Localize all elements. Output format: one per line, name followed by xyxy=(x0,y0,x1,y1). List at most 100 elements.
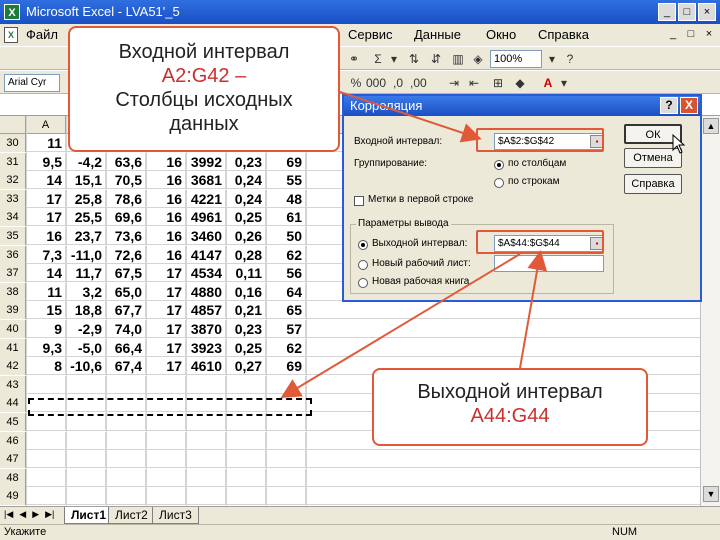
cell[interactable] xyxy=(186,431,226,450)
prev-sheet-icon[interactable]: ◀ xyxy=(19,509,26,520)
cell[interactable] xyxy=(266,468,306,487)
select-all-corner[interactable] xyxy=(0,116,26,134)
cell[interactable]: -4,2 xyxy=(66,152,106,171)
decrease-decimal-icon[interactable]: ,00 xyxy=(410,75,427,91)
cell[interactable] xyxy=(26,375,66,394)
cell[interactable]: 4880 xyxy=(186,282,226,301)
dialog-close-button[interactable]: X xyxy=(680,97,698,114)
next-sheet-icon[interactable]: ▶ xyxy=(32,509,39,520)
cell[interactable] xyxy=(146,487,186,506)
group-by-columns-radio[interactable] xyxy=(494,160,504,170)
font-name-select[interactable]: Arial Cyr xyxy=(4,74,60,92)
group-by-rows-radio[interactable] xyxy=(494,178,504,188)
cell[interactable] xyxy=(266,375,306,394)
cell[interactable]: 15,1 xyxy=(66,171,106,190)
cell[interactable]: 14 xyxy=(26,264,66,283)
cell[interactable]: 78,6 xyxy=(106,189,146,208)
cell[interactable]: 4961 xyxy=(186,208,226,227)
sort-desc-icon[interactable]: ⇵ xyxy=(428,51,444,67)
cell[interactable]: 57 xyxy=(266,320,306,338)
cell[interactable]: 4147 xyxy=(186,245,226,264)
font-color-icon[interactable]: A xyxy=(540,75,556,91)
cell[interactable]: 3992 xyxy=(186,152,226,171)
cell[interactable] xyxy=(106,487,146,506)
cell[interactable]: 3,2 xyxy=(66,282,106,301)
row-header[interactable]: 36 xyxy=(0,245,26,264)
cell[interactable] xyxy=(66,431,106,450)
row-header[interactable]: 43 xyxy=(0,375,26,394)
cell[interactable] xyxy=(106,468,146,487)
cell[interactable]: 16 xyxy=(146,171,186,190)
cell[interactable]: 25,5 xyxy=(66,208,106,227)
cell[interactable]: 16 xyxy=(146,208,186,227)
row-header[interactable]: 33 xyxy=(0,189,26,208)
cell[interactable]: 50 xyxy=(266,227,306,245)
zoom-dropdown-icon[interactable]: ▾ xyxy=(544,51,560,67)
excel-icon[interactable]: X xyxy=(4,4,20,20)
cell[interactable]: 65,0 xyxy=(106,282,146,301)
cell[interactable]: 0,26 xyxy=(226,227,266,245)
cell[interactable]: 15 xyxy=(26,301,66,320)
vertical-scrollbar[interactable]: ▲ ▼ xyxy=(700,116,720,506)
sheet-tab-2[interactable]: Лист2 xyxy=(108,507,155,524)
chart-wizard-icon[interactable]: ▥ xyxy=(450,51,466,67)
cell[interactable] xyxy=(226,375,266,394)
font-color-dropdown-icon[interactable]: ▾ xyxy=(556,75,572,91)
cell[interactable]: 7,3 xyxy=(26,245,66,264)
cell[interactable]: 3923 xyxy=(186,338,226,357)
cell[interactable]: 18,8 xyxy=(66,301,106,320)
row-header[interactable]: 45 xyxy=(0,413,26,431)
cell[interactable]: 0,28 xyxy=(226,245,266,264)
row-header[interactable]: 40 xyxy=(0,320,26,338)
cell[interactable]: -10,6 xyxy=(66,357,106,376)
cell[interactable] xyxy=(186,468,226,487)
cell[interactable]: 17 xyxy=(146,320,186,338)
cell[interactable]: 69 xyxy=(266,152,306,171)
cell[interactable] xyxy=(106,431,146,450)
cell[interactable] xyxy=(146,431,186,450)
cell[interactable] xyxy=(186,450,226,469)
cell[interactable]: 69 xyxy=(266,357,306,376)
first-sheet-icon[interactable]: |◀ xyxy=(4,509,13,520)
workbook-close-button[interactable]: × xyxy=(702,27,716,41)
menu-data[interactable]: Данные xyxy=(414,27,461,42)
row-header[interactable]: 49 xyxy=(0,487,26,506)
cell[interactable] xyxy=(26,468,66,487)
row-header[interactable]: 41 xyxy=(0,338,26,357)
dropdown-arrow-icon[interactable]: ▾ xyxy=(386,51,402,67)
cell[interactable]: -11,0 xyxy=(66,245,106,264)
cell[interactable]: 25,8 xyxy=(66,189,106,208)
cell[interactable]: 64 xyxy=(266,282,306,301)
workbook-minimize-button[interactable]: _ xyxy=(666,27,680,41)
cell[interactable]: 17 xyxy=(26,189,66,208)
drawing-icon[interactable]: ◈ xyxy=(470,51,486,67)
cell[interactable]: 14 xyxy=(26,171,66,190)
cell[interactable]: 62 xyxy=(266,245,306,264)
cell[interactable]: 17 xyxy=(146,264,186,283)
cell[interactable]: 4857 xyxy=(186,301,226,320)
zoom-select[interactable]: 100% xyxy=(490,50,542,68)
cell[interactable]: 56 xyxy=(266,264,306,283)
row-header[interactable]: 30 xyxy=(0,134,26,152)
cell[interactable]: 65 xyxy=(266,301,306,320)
cell[interactable]: 72,6 xyxy=(106,245,146,264)
cell[interactable]: 16 xyxy=(146,152,186,171)
cell[interactable] xyxy=(106,450,146,469)
workbook-icon[interactable]: X xyxy=(4,27,18,43)
cell[interactable] xyxy=(106,375,146,394)
sort-asc-icon[interactable]: ⇅ xyxy=(406,51,422,67)
cell[interactable]: 17 xyxy=(146,357,186,376)
dialog-help-button[interactable]: ? xyxy=(660,97,678,114)
cell[interactable]: 17 xyxy=(26,208,66,227)
cell[interactable]: 69,6 xyxy=(106,208,146,227)
new-sheet-radio[interactable] xyxy=(358,260,368,270)
cell[interactable] xyxy=(146,468,186,487)
menu-window[interactable]: Окно xyxy=(486,27,516,42)
cell[interactable] xyxy=(186,375,226,394)
cell[interactable]: 0,21 xyxy=(226,301,266,320)
cell[interactable]: 61 xyxy=(266,208,306,227)
cell[interactable] xyxy=(146,375,186,394)
increase-decimal-icon[interactable]: ,0 xyxy=(390,75,406,91)
cell[interactable]: 67,7 xyxy=(106,301,146,320)
fill-color-icon[interactable]: ◆ xyxy=(512,75,528,91)
